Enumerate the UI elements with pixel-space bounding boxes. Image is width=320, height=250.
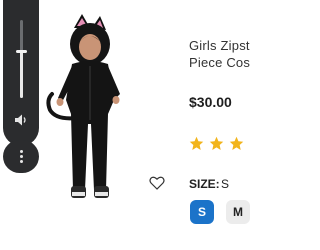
more-vert-icon[interactable]	[3, 140, 39, 173]
product-price: $30.00	[189, 94, 232, 110]
star-icon	[209, 136, 224, 150]
volume-slider-thumb[interactable]	[16, 50, 27, 53]
more-dot	[20, 160, 23, 163]
size-value: S	[221, 177, 230, 191]
size-option-m[interactable]: M	[226, 200, 250, 224]
more-dot	[20, 150, 23, 153]
volume-panel	[3, 0, 39, 146]
star-icon	[229, 136, 244, 150]
heart-icon[interactable]	[149, 176, 165, 190]
volume-level-fill	[20, 51, 23, 98]
product-title-line-2: Piece Cos	[189, 55, 251, 70]
more-dot	[20, 155, 23, 158]
size-label: SIZE:	[189, 177, 220, 191]
speaker-icon[interactable]	[14, 113, 29, 127]
product-title-line-1: Girls Zipst	[189, 38, 250, 53]
star-icon	[189, 136, 204, 150]
size-option-s[interactable]: S	[190, 200, 214, 224]
